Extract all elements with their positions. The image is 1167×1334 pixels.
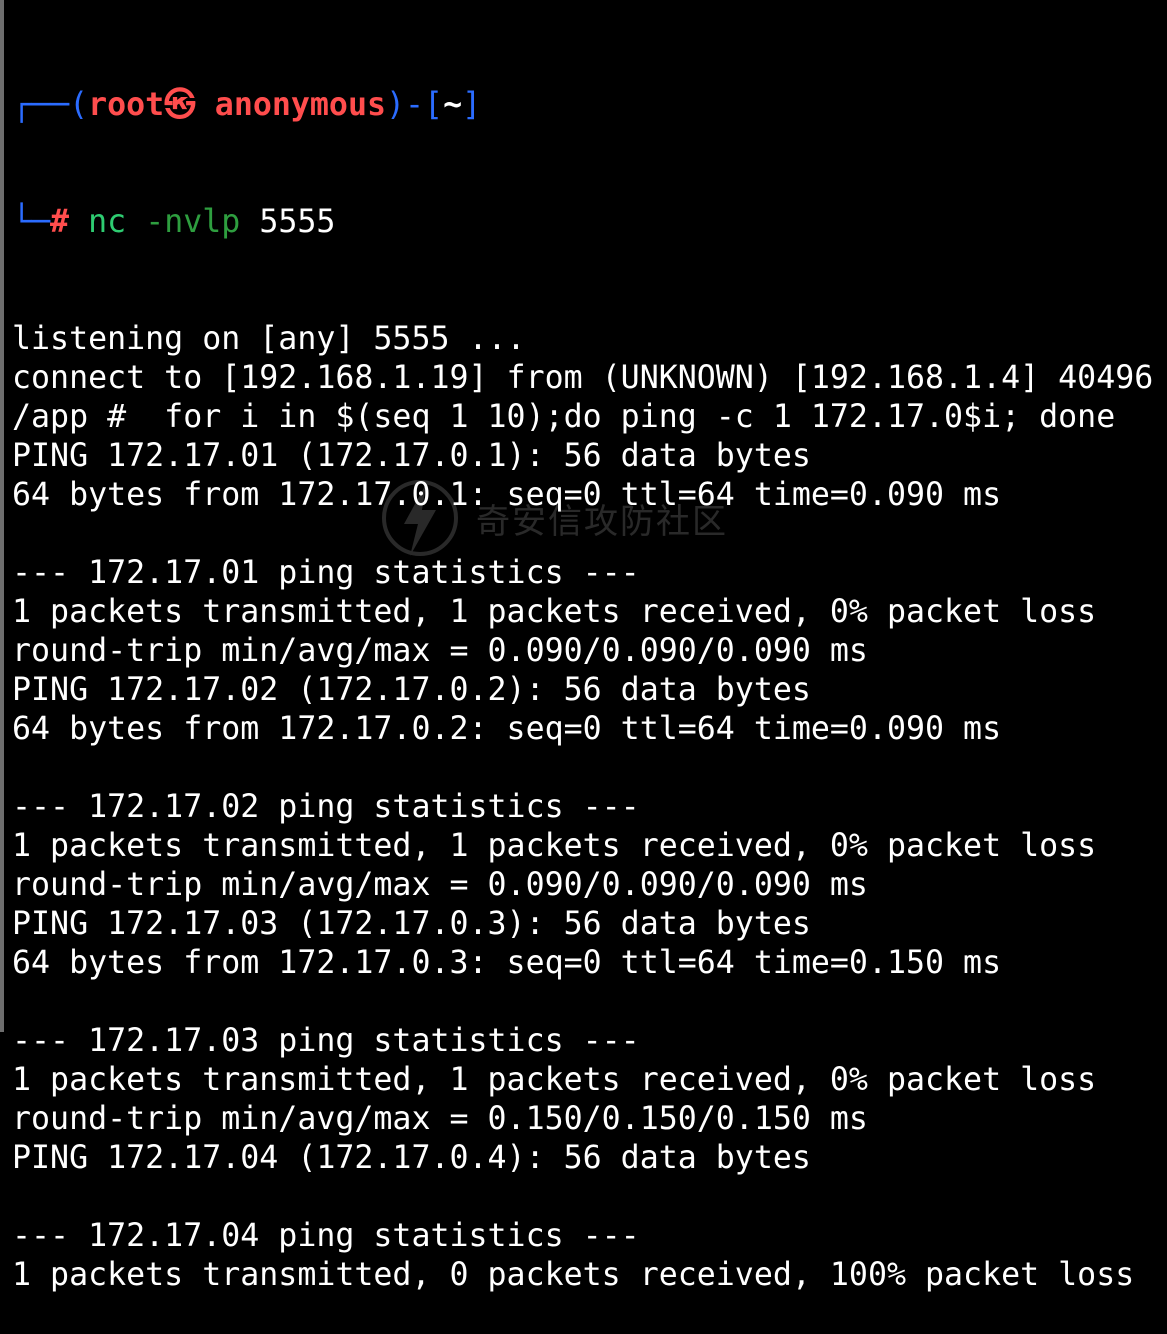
command-flag: -nvlp xyxy=(145,204,241,240)
output-line: PING 172.17.01 (172.17.0.1): 56 data byt… xyxy=(12,438,811,474)
output-line: /app # for i in $(seq 1 10);do ping -c 1… xyxy=(12,399,1116,435)
window-left-border xyxy=(0,0,4,1032)
output-line: 1 packets transmitted, 1 packets receive… xyxy=(12,1062,1097,1098)
prompt-directory: ~ xyxy=(443,87,463,123)
terminal-output[interactable]: ┌──(root㉿ anonymous)-[~] └─# nc -nvlp 55… xyxy=(12,8,1162,1334)
output-line: PING 172.17.03 (172.17.0.3): 56 data byt… xyxy=(12,906,811,942)
prompt-command-line: └─# nc -nvlp 5555 xyxy=(12,203,1162,242)
output-line: 64 bytes from 172.17.0.1: seq=0 ttl=64 t… xyxy=(12,477,1002,513)
output-lines: listening on [any] 5555 ... connect to [1… xyxy=(12,320,1162,1295)
output-line: --- 172.17.01 ping statistics --- xyxy=(12,555,640,591)
prompt-separator: )-[ xyxy=(385,87,444,123)
output-line: --- 172.17.03 ping statistics --- xyxy=(12,1023,640,1059)
output-line: round-trip min/avg/max = 0.090/0.090/0.0… xyxy=(12,867,868,903)
output-line: connect to [192.168.1.19] from (UNKNOWN)… xyxy=(12,360,1154,396)
output-line: --- 172.17.02 ping statistics --- xyxy=(12,789,640,825)
output-line: 1 packets transmitted, 0 packets receive… xyxy=(12,1257,1135,1293)
output-line: 1 packets transmitted, 1 packets receive… xyxy=(12,594,1097,630)
prompt-box-top: ┌──( xyxy=(12,87,89,123)
prompt-user-host: root㉿ anonymous xyxy=(88,87,386,123)
command-arg: 5555 xyxy=(259,204,336,240)
output-line: PING 172.17.02 (172.17.0.2): 56 data byt… xyxy=(12,672,811,708)
output-line: --- 172.17.04 ping statistics --- xyxy=(12,1218,640,1254)
output-line: 64 bytes from 172.17.0.2: seq=0 ttl=64 t… xyxy=(12,711,1002,747)
prompt-header-line: ┌──(root㉿ anonymous)-[~] xyxy=(12,86,1162,125)
output-line: 1 packets transmitted, 1 packets receive… xyxy=(12,828,1097,864)
prompt-box-bottom: └─ xyxy=(12,204,51,240)
prompt-hash: # xyxy=(50,204,70,240)
output-line: round-trip min/avg/max = 0.150/0.150/0.1… xyxy=(12,1101,868,1137)
output-line: listening on [any] 5555 ... xyxy=(12,321,526,357)
command-name: nc xyxy=(88,204,127,240)
prompt-dir-close: ] xyxy=(462,87,482,123)
output-line: 64 bytes from 172.17.0.3: seq=0 ttl=64 t… xyxy=(12,945,1002,981)
output-line: PING 172.17.04 (172.17.0.4): 56 data byt… xyxy=(12,1140,811,1176)
output-line: round-trip min/avg/max = 0.090/0.090/0.0… xyxy=(12,633,868,669)
